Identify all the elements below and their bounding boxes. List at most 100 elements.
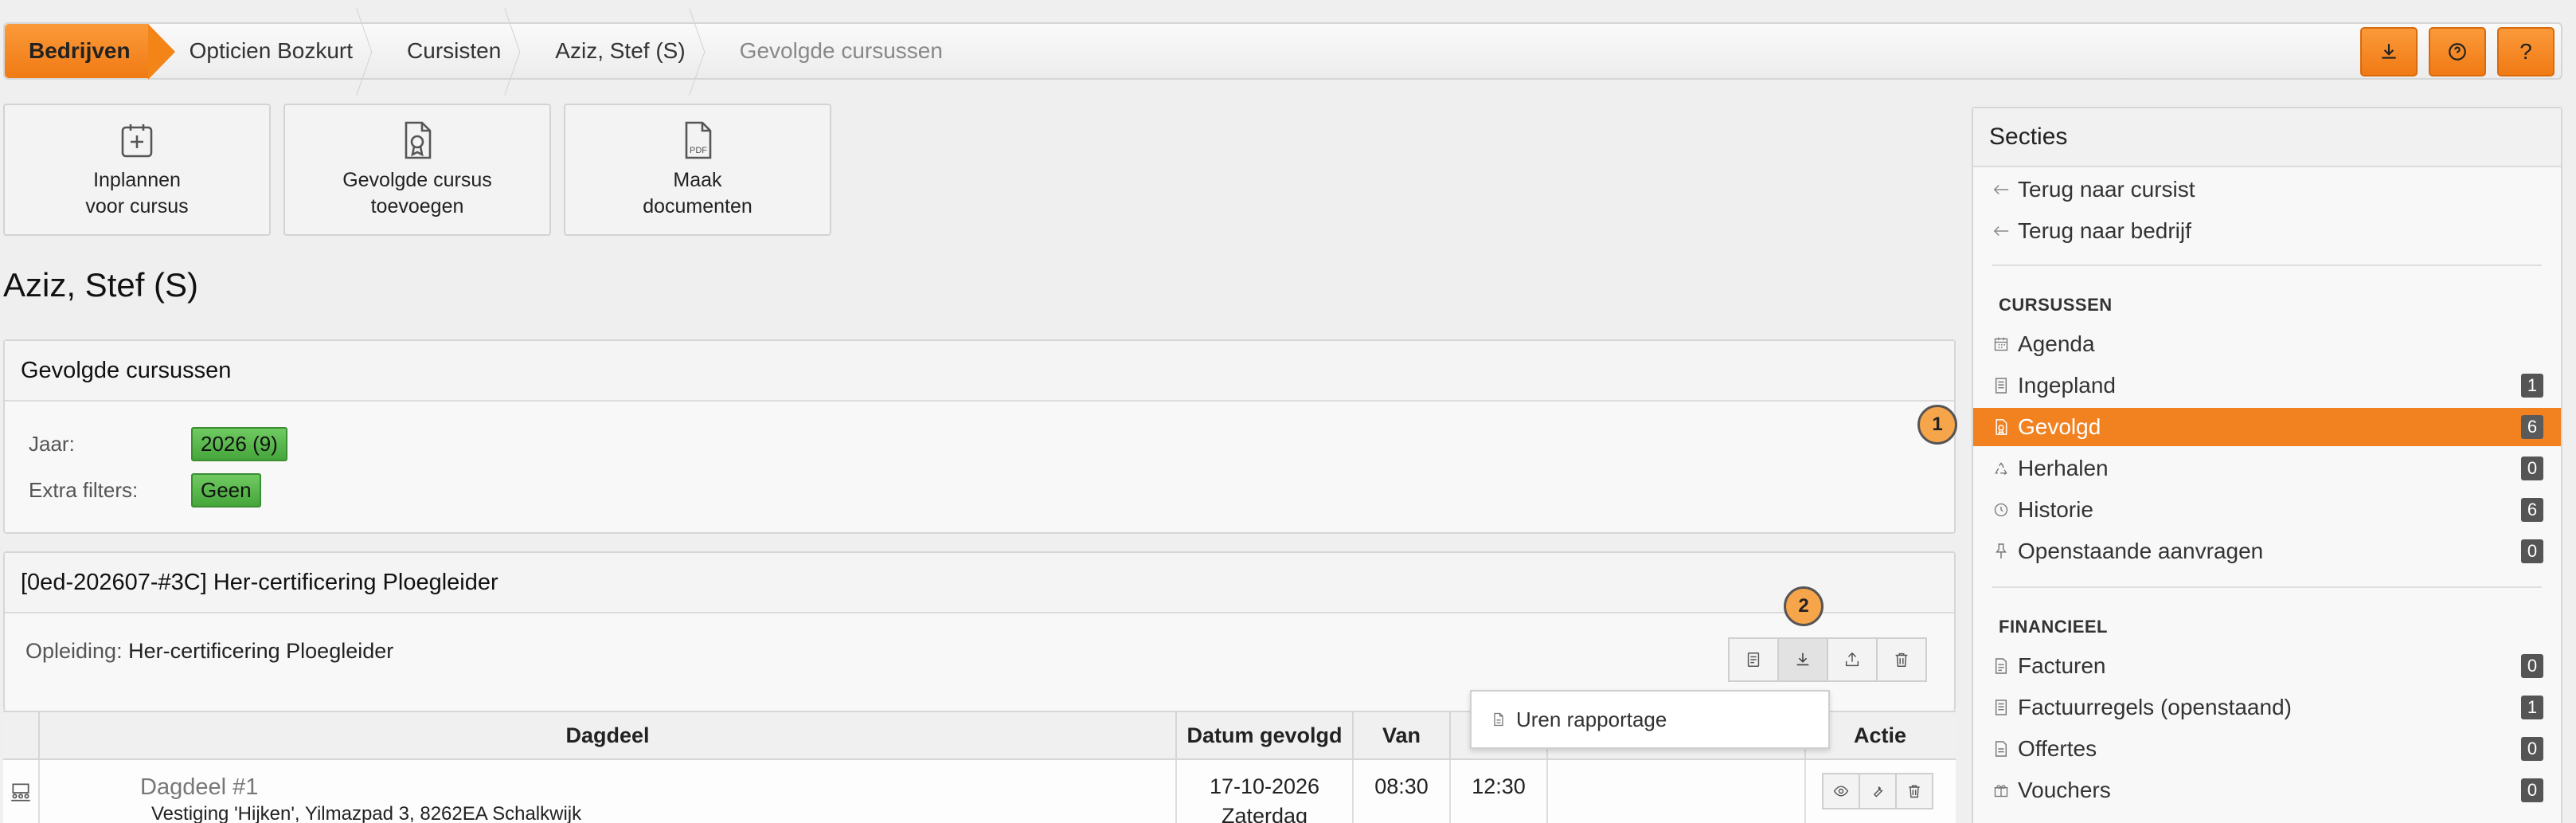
breadcrumb-item-student[interactable]: Aziz, Stef (S) [522,24,706,78]
time-from: 08:30 [1374,774,1429,798]
trash-icon [1909,785,1920,798]
download-icon [1796,653,1809,666]
invoice-icon [1992,657,2010,675]
help-label: ? [2519,39,2532,64]
course-actions [1728,637,1927,682]
upload-button[interactable] [1827,637,1878,682]
help-circle-button[interactable] [2429,27,2486,76]
column-header-datum[interactable]: Datum gevolgd [1175,712,1352,758]
sidebar-item-agenda[interactable]: Agenda [1973,325,2561,363]
sidebar-item-label: Offertes [2018,736,2097,761]
opleiding-label: Opleiding: [25,639,123,663]
sidebar-item-herhalen[interactable]: Herhalen 0 [1973,449,2561,488]
view-button[interactable] [1822,773,1860,809]
breadcrumb-item-bedrijven[interactable]: Bedrijven [5,24,175,80]
filters-panel: Gevolgde cursussen Jaar: 2026 (9) Extra … [3,339,1956,534]
add-followed-course-button[interactable]: Gevolgde cursus toevoegen [283,104,551,236]
year-filter-badge[interactable]: 2026 (9) [191,427,287,461]
tile-line2: voor cursus [85,195,189,218]
column-header-van[interactable]: Van [1352,712,1449,758]
sidebar-item-gevolgd[interactable]: Gevolgd 6 [1973,408,2561,446]
quote-icon [1992,740,2010,758]
opleiding-value: Her-certificering Ploegleider [128,639,394,663]
filters-panel-title: Gevolgde cursussen [5,341,1954,402]
delete-row-button[interactable] [1895,773,1933,809]
tile-line1: Gevolgde cursus [342,169,492,191]
sidebar-item-label: Agenda [2018,331,2095,356]
sidebar-item-facturen[interactable]: Facturen 0 [1973,647,2561,685]
document-icon [1992,377,2010,394]
sidebar-divider [1992,586,2542,588]
tile-line2: toevoegen [370,195,464,218]
breadcrumb-item-current: Gevolgde cursussen [739,38,943,63]
breadcrumb: Bedrijven Opticien Bozkurt Cursisten Azi… [3,22,2562,80]
document-icon [1747,653,1760,667]
schedule-course-button[interactable]: Inplannen voor cursus [3,104,271,236]
extra-filters-label: Extra filters: [29,478,139,502]
count-badge: 0 [2521,778,2543,802]
group-icon [11,783,30,801]
count-badge: 1 [2521,374,2543,398]
sidebar-item-factuurregels[interactable]: Factuurregels (openstaand) 1 [1973,688,2561,727]
count-badge: 1 [2521,696,2543,719]
dagdeel-location: Vestiging 'Hijken', Yilmazpad 3, 8262EA … [151,803,582,823]
calendar-plus-icon [121,124,153,158]
breadcrumb-item-company[interactable]: Opticien Bozkurt [148,24,373,78]
sidebar-item-back-company[interactable]: Terug naar bedrijf [1973,212,2561,250]
download-dropdown: Uren rapportage [1470,690,1830,749]
count-badge: 0 [2521,654,2543,678]
sidebar-item-label: Factuurregels (openstaand) [2018,695,2292,719]
sidebar-item-back-student[interactable]: Terug naar cursist [1973,170,2561,209]
sidebar-divider [1992,265,2542,266]
count-badge: 0 [2521,737,2543,761]
sidebar-item-label: Terug naar bedrijf [2018,218,2191,243]
tile-line1: Maak [673,169,722,191]
top-actions: ? [2360,27,2555,76]
count-badge: 6 [2521,415,2543,439]
calendar-icon [1992,335,2010,353]
report-button[interactable] [1728,637,1779,682]
extra-filter: Extra filters: Geen [29,473,261,508]
sidebar-item-ingepland[interactable]: Ingepland 1 [1973,366,2561,405]
sidebar-section-financieel: FINANCIEEL [1999,617,2108,637]
sidebar-item-openstaande-aanvragen[interactable]: Openstaande aanvragen 0 [1973,532,2561,570]
sidebar-section-cursussen: CURSUSSEN [1999,295,2113,315]
page-title: Aziz, Stef (S) [3,266,199,304]
document-icon [1992,699,2010,716]
course-panel-title: [0ed-202607-#3C] Her-certificering Ploeg… [5,553,1954,613]
sections-sidebar: Secties Terug naar cursist Terug naar be… [1972,107,2562,823]
sidebar-item-label: Herhalen [2018,456,2109,480]
breadcrumb-item-cursisten[interactable]: Cursisten [373,24,522,78]
annotation-marker-1: 1 [1917,405,1957,445]
date-gevolgd: 17-10-2026 [1209,774,1320,798]
sidebar-item-vouchers[interactable]: Vouchers 0 [1973,771,2561,809]
sidebar-title: Secties [1973,108,2561,167]
sidebar-item-label: Historie [2018,497,2093,522]
sidebar-item-label: Terug naar cursist [2018,177,2195,202]
count-badge: 6 [2521,498,2543,522]
sidebar-item-historie[interactable]: Historie 6 [1973,491,2561,529]
year-filter: Jaar: 2026 (9) [29,427,287,461]
clock-icon [1992,501,2010,519]
pdf-icon: PDF [685,121,712,159]
download-report-button[interactable] [1777,637,1828,682]
extra-filters-badge[interactable]: Geen [191,473,261,508]
action-tiles: Inplannen voor cursus Gevolgde cursus to… [3,104,831,236]
sidebar-item-label: Ingepland [2018,373,2117,398]
dagdeel-name[interactable]: Dagdeel #1 [140,774,258,801]
voucher-icon [1992,782,2010,799]
eye-icon [1833,786,1849,797]
download-button[interactable] [2360,27,2418,76]
help-button[interactable]: ? [2497,27,2555,76]
column-header-dagdeel[interactable]: Dagdeel [38,712,1175,758]
table-row: Dagdeel #1 Vestiging 'Hijken', Yilmazpad… [3,760,1956,823]
delete-button[interactable] [1876,637,1927,682]
wrench-icon [1873,786,1883,798]
svg-text:PDF: PDF [690,146,707,155]
sidebar-item-offertes[interactable]: Offertes 0 [1973,730,2561,768]
document-icon [1494,712,1503,727]
dropdown-item-uren-rapportage[interactable]: Uren rapportage [1516,707,1667,732]
make-documents-button[interactable]: PDF Maak documenten [564,104,831,236]
certificate-icon [1992,418,2010,436]
edit-button[interactable] [1859,773,1897,809]
